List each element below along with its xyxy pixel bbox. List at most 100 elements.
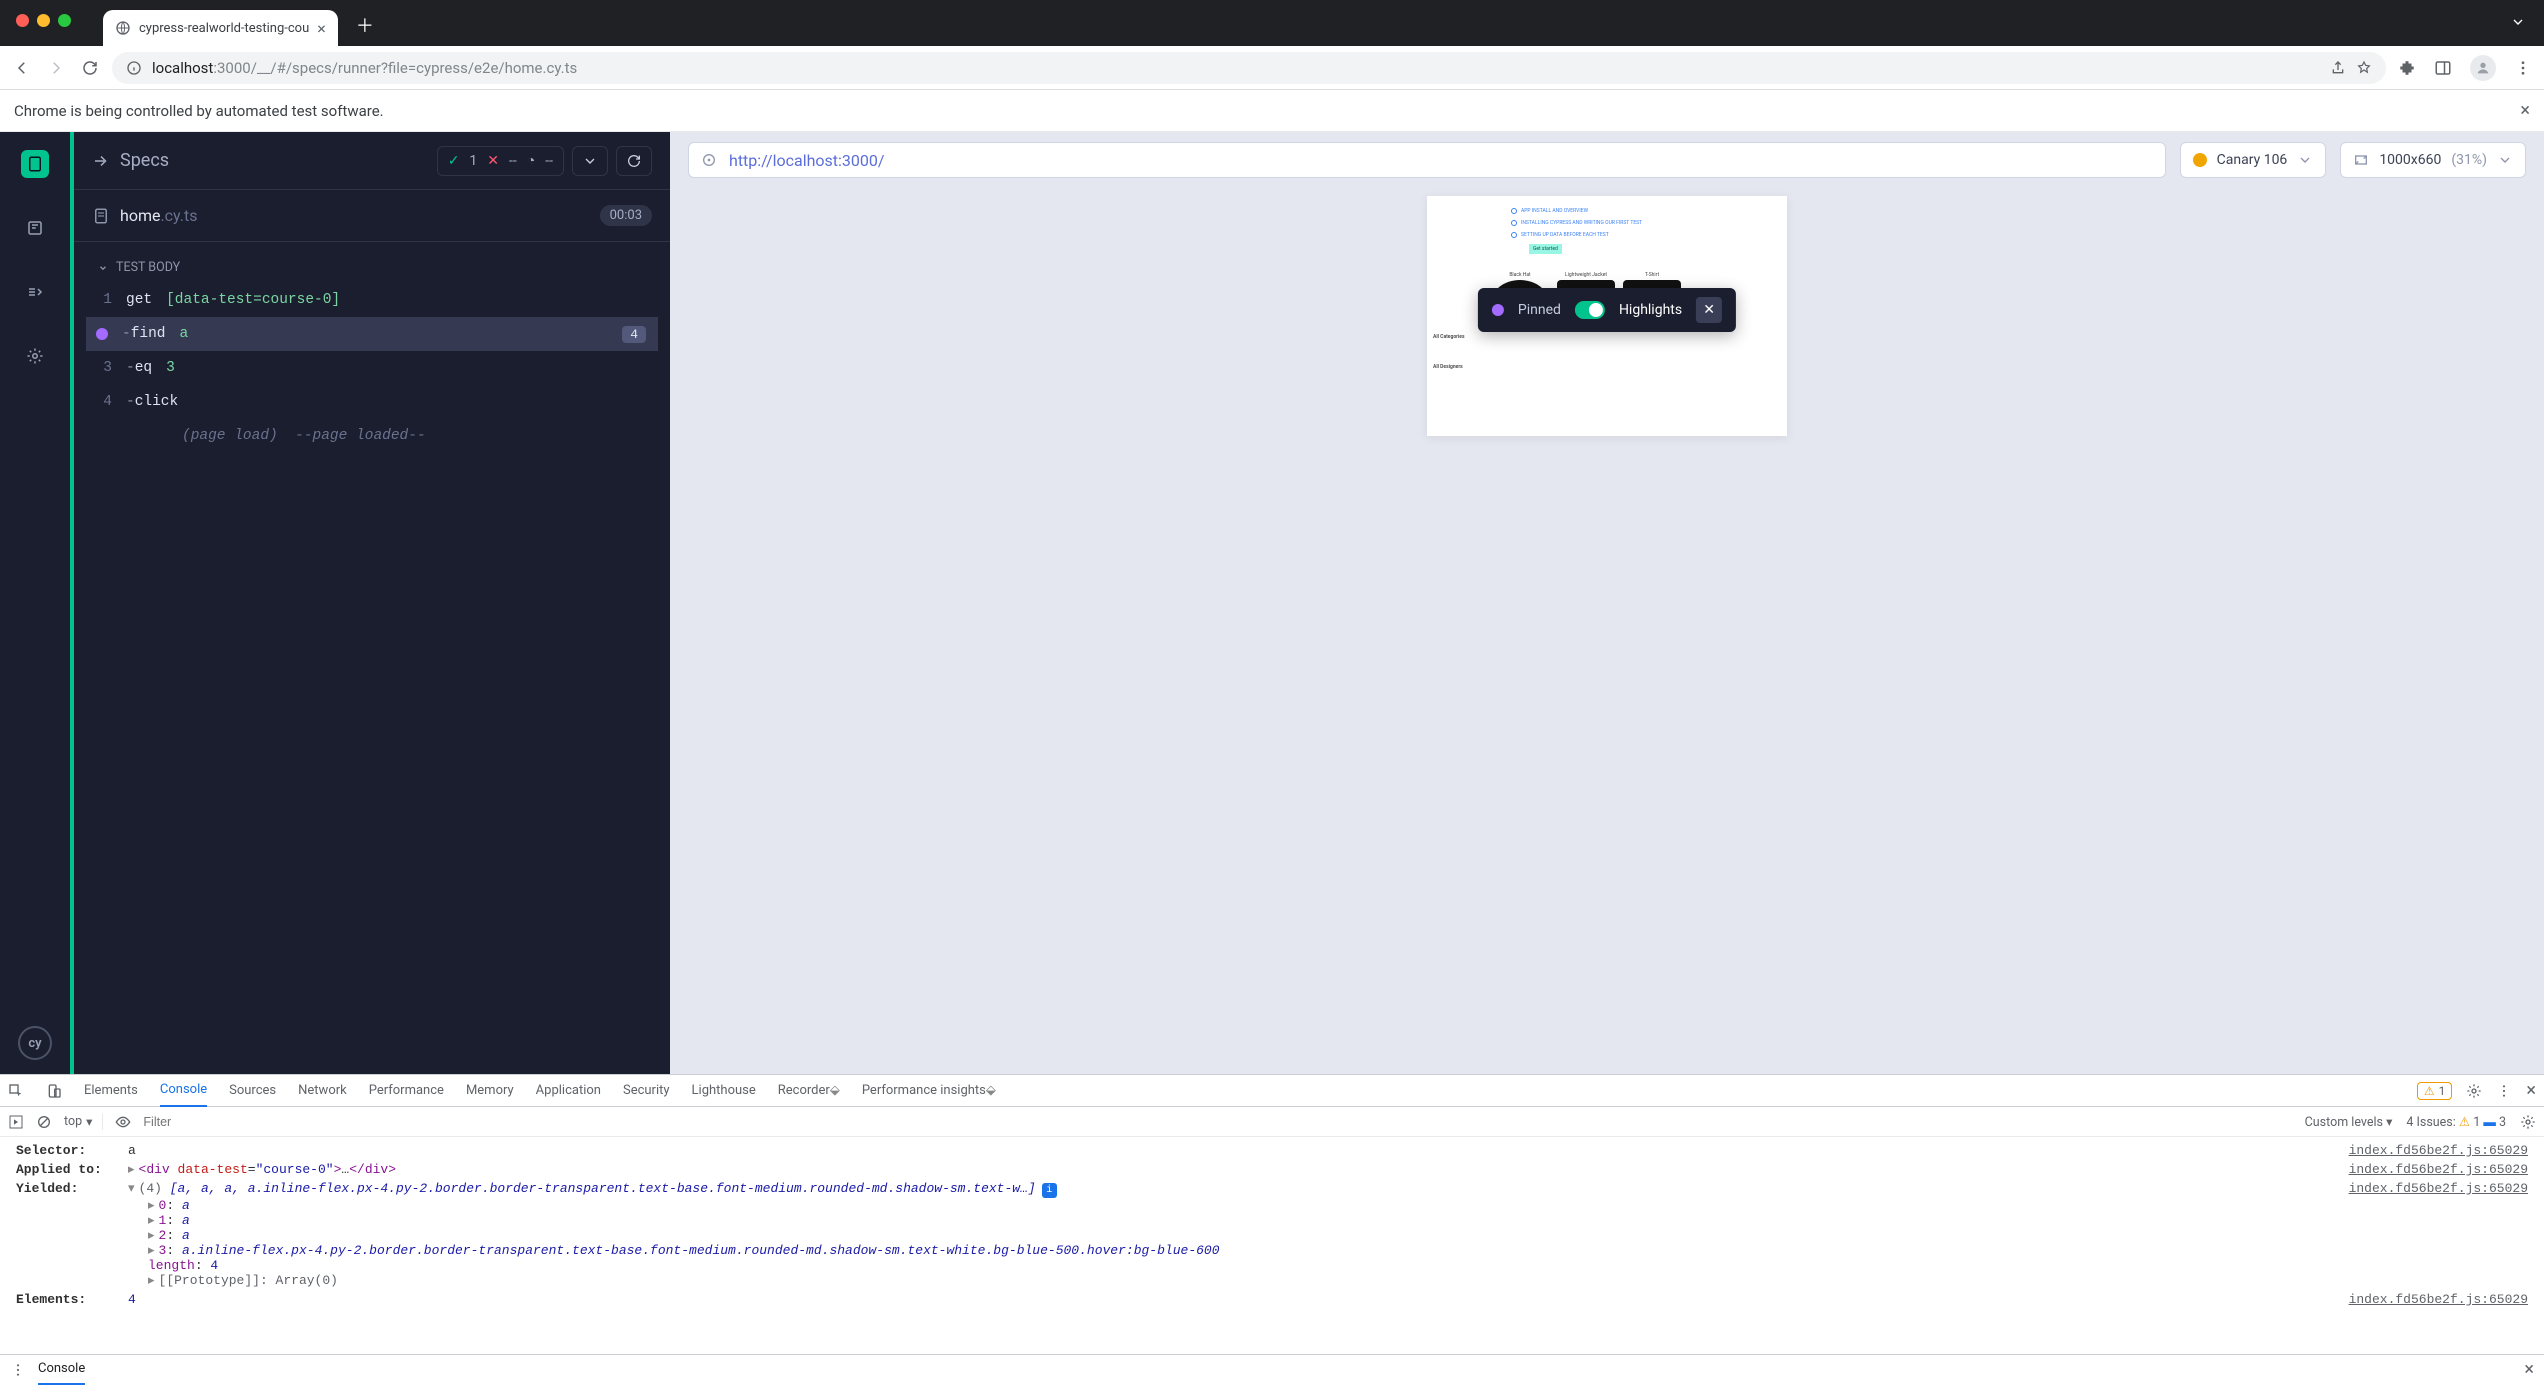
pin-indicator-icon <box>96 328 108 340</box>
chevron-down-icon <box>98 263 108 273</box>
browser-selector[interactable]: Canary 106 <box>2180 142 2327 178</box>
window-minimize[interactable] <box>37 14 50 27</box>
log-levels-selector[interactable]: Custom levels ▾ <box>2305 1114 2393 1130</box>
info-badge-icon[interactable]: i <box>1042 1183 1057 1198</box>
log-label: Yielded: <box>16 1181 116 1288</box>
spec-name: home <box>120 206 160 225</box>
tab-lighthouse[interactable]: Lighthouse <box>692 1075 756 1107</box>
url-path: /__/#/specs/runner?file=cypress/e2e/home… <box>251 59 578 77</box>
log-value: 4 <box>128 1292 2528 1307</box>
pass-count: 1 <box>469 153 477 169</box>
tab-application[interactable]: Application <box>536 1075 601 1107</box>
tab-elements[interactable]: Elements <box>84 1075 138 1107</box>
tab-memory[interactable]: Memory <box>466 1075 514 1107</box>
site-info-icon[interactable] <box>126 60 142 76</box>
browser-tab-active[interactable]: cypress-realworld-testing-cou × <box>103 10 338 46</box>
window-maximize[interactable] <box>58 14 71 27</box>
tab-console[interactable]: Console <box>160 1075 207 1107</box>
chevron-down-icon <box>2497 152 2513 168</box>
product-card: T-Shirt <box>1623 272 1681 278</box>
stats-pill: ✓ 1 ✕ -- ◔ -- <box>437 146 564 176</box>
close-icon[interactable]: × <box>317 19 326 38</box>
inspect-icon[interactable] <box>8 1083 24 1099</box>
spec-file-row[interactable]: home.cy.ts 00:03 <box>74 190 670 242</box>
filter-input[interactable] <box>143 1115 2292 1129</box>
forward-button[interactable] <box>46 58 66 78</box>
selector-playground-icon[interactable] <box>701 152 717 168</box>
kebab-menu-icon[interactable] <box>2514 59 2532 77</box>
command-row-active[interactable]: -find a 4 <box>86 317 658 351</box>
file-icon <box>92 207 110 225</box>
viewport-selector[interactable]: 1000x660 (31%) <box>2340 142 2526 178</box>
devtools-panel: Elements Console Sources Network Perform… <box>0 1074 2544 1384</box>
source-link[interactable]: index.fd56be2f.js:65029 <box>2349 1181 2528 1196</box>
error-badge[interactable]: ⚠1 <box>2417 1082 2453 1100</box>
close-icon[interactable]: ✕ <box>1696 297 1722 323</box>
highlights-toggle[interactable] <box>1575 301 1605 319</box>
result-count-badge: 4 <box>622 326 646 343</box>
tab-recorder[interactable]: Recorder ⬙ <box>778 1075 840 1107</box>
course-step: INSTALLING CYPRESS AND WRITING OUR FIRST… <box>1521 220 1642 226</box>
nav-debug-icon[interactable] <box>21 278 49 306</box>
kebab-menu-icon[interactable] <box>2496 1083 2512 1099</box>
designers-heading: All Designers <box>1433 364 1465 370</box>
new-tab-button[interactable]: ＋ <box>356 12 374 38</box>
sidepanel-icon[interactable] <box>2434 59 2452 77</box>
command-row[interactable]: 3 -eq 3 <box>86 351 658 385</box>
log-label: Applied to: <box>16 1162 116 1177</box>
options-dropdown[interactable] <box>572 146 608 176</box>
log-value: a <box>128 1143 2528 1158</box>
rerun-button[interactable] <box>616 146 652 176</box>
source-link[interactable]: index.fd56be2f.js:65029 <box>2349 1143 2528 1158</box>
cypress-reporter: Specs ✓ 1 ✕ -- ◔ -- <box>70 132 670 1074</box>
command-row[interactable]: 1 get [data-test=course-0] <box>86 283 658 317</box>
tab-security[interactable]: Security <box>623 1075 670 1107</box>
gear-icon[interactable] <box>2520 1114 2536 1130</box>
log-value: (4) [a, a, a, a.inline-flex.px-4.py-2.bo… <box>128 1181 2528 1288</box>
execute-icon[interactable] <box>8 1114 24 1130</box>
chevron-down-icon[interactable] <box>2510 14 2526 30</box>
issues-summary[interactable]: 4 Issues: ⚠ 1 ▬ 3 <box>2406 1114 2506 1130</box>
profile-avatar[interactable] <box>2470 55 2496 81</box>
pending-spinner-icon: ◔ <box>527 152 535 169</box>
tab-perf-insights[interactable]: Performance insights ⬙ <box>862 1075 996 1107</box>
aut-url: http://localhost:3000/ <box>729 151 884 170</box>
device-toggle-icon[interactable] <box>46 1083 62 1099</box>
aut-url-bar[interactable]: http://localhost:3000/ <box>688 142 2166 178</box>
clear-console-icon[interactable] <box>36 1114 52 1130</box>
tab-sources[interactable]: Sources <box>229 1075 276 1107</box>
source-link[interactable]: index.fd56be2f.js:65029 <box>2349 1292 2528 1307</box>
tab-network[interactable]: Network <box>298 1075 347 1107</box>
back-button[interactable] <box>12 58 32 78</box>
test-body-header[interactable]: TEST BODY <box>86 252 658 283</box>
console-output[interactable]: Selector: a index.fd56be2f.js:65029 Appl… <box>0 1137 2544 1354</box>
window-close[interactable] <box>16 14 29 27</box>
bookmark-star-icon[interactable] <box>2356 60 2372 76</box>
close-icon[interactable]: × <box>2520 100 2530 121</box>
canary-icon <box>2193 153 2207 167</box>
tab-title: cypress-realworld-testing-cou <box>139 21 309 36</box>
drawer-tab-console[interactable]: Console <box>38 1355 85 1385</box>
expand-icon[interactable] <box>92 152 110 170</box>
log-value: <div data-test="course-0">…</div> <box>128 1162 2528 1177</box>
share-icon[interactable] <box>2330 60 2346 76</box>
cypress-logo-icon: cy <box>18 1026 52 1060</box>
source-link[interactable]: index.fd56be2f.js:65029 <box>2349 1162 2528 1177</box>
close-icon[interactable]: × <box>2524 1359 2534 1380</box>
gear-icon[interactable] <box>2466 1083 2482 1099</box>
nav-settings-icon[interactable] <box>21 342 49 370</box>
close-icon[interactable]: × <box>2526 1080 2536 1101</box>
snapshot-pin-toolbar: Pinned Highlights ✕ <box>1478 288 1736 332</box>
kebab-menu-icon[interactable] <box>10 1362 26 1378</box>
context-selector[interactable]: top ▾ <box>64 1114 103 1130</box>
eye-icon[interactable] <box>115 1114 131 1130</box>
reload-button[interactable] <box>80 58 100 78</box>
address-bar[interactable]: localhost:3000/__/#/specs/runner?file=cy… <box>112 52 2386 84</box>
tab-performance[interactable]: Performance <box>369 1075 444 1107</box>
pass-check-icon: ✓ <box>448 153 460 169</box>
nav-specs-icon[interactable] <box>21 150 49 178</box>
nav-runs-icon[interactable] <box>21 214 49 242</box>
page-load-row: (page load) --page loaded-- <box>86 419 658 453</box>
extensions-icon[interactable] <box>2398 59 2416 77</box>
command-row[interactable]: 4 -click <box>86 385 658 419</box>
